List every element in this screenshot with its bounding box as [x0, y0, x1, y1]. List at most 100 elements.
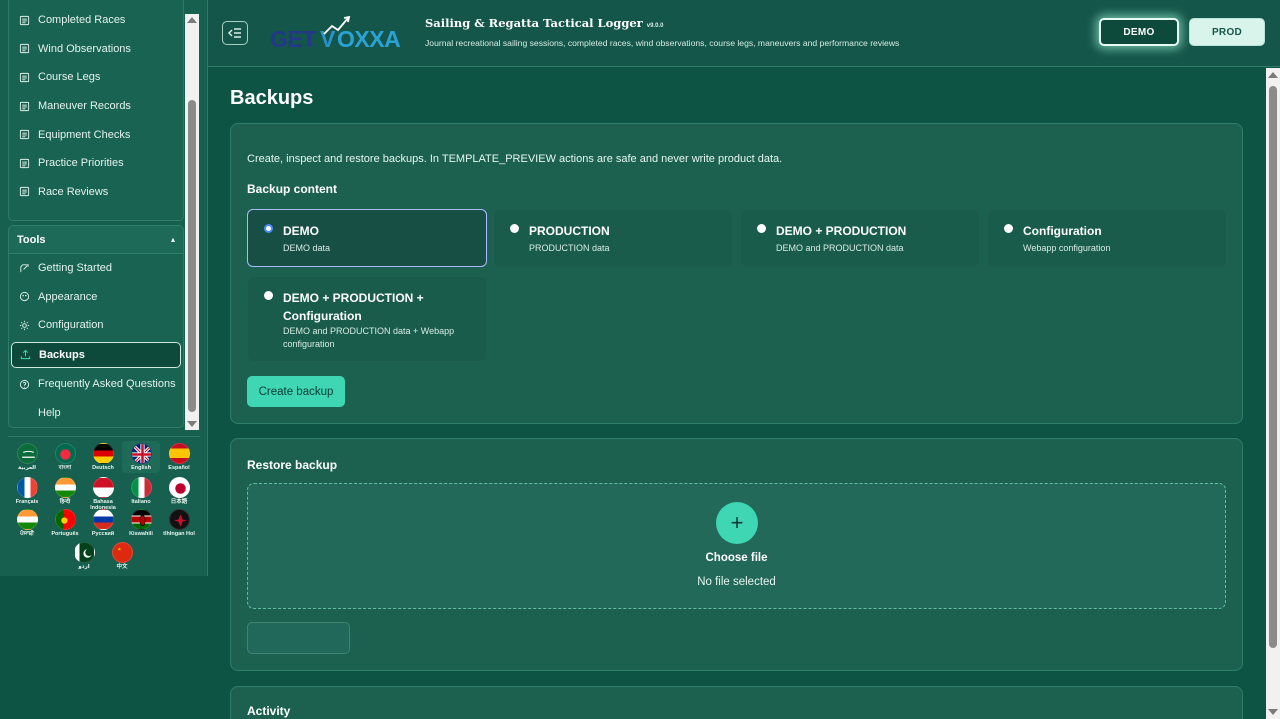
language-pt[interactable]: Português — [46, 509, 84, 539]
brand-logo: GET V OXXA — [268, 14, 410, 54]
nav-group-records: Completed Races Wind Observations Course… — [8, 0, 184, 221]
help-circle-icon — [19, 379, 30, 390]
radio-icon[interactable] — [757, 224, 766, 233]
scroll-down-arrow-icon[interactable] — [187, 421, 197, 427]
scroll-down-arrow-icon[interactable] — [1268, 709, 1278, 715]
sidebar-item-configuration[interactable]: Configuration — [9, 311, 183, 340]
language-name: हिन्दी — [59, 499, 71, 505]
choose-file-label: Choose file — [705, 552, 768, 564]
main-scrollbar[interactable] — [1266, 68, 1280, 719]
sidebar-item-maneuver-records[interactable]: Maneuver Records — [9, 92, 183, 121]
option-description: DEMO and PRODUCTION data + Webapp config… — [283, 326, 455, 349]
scroll-up-arrow-icon[interactable] — [187, 17, 197, 23]
radio-icon[interactable] — [510, 224, 519, 233]
svg-text:GET: GET — [270, 26, 316, 52]
language-name: Español — [168, 465, 190, 471]
sidebar-item-label: Configuration — [38, 319, 104, 332]
chevron-up-icon[interactable]: ▴ — [171, 235, 175, 244]
page-title: Backups — [230, 87, 314, 109]
language-es[interactable]: Español — [160, 443, 198, 473]
collapse-menu-icon — [228, 28, 241, 38]
language-name: Português — [51, 531, 79, 537]
language-name: Italiano — [131, 499, 151, 505]
file-dropzone[interactable]: + Choose file No file selected — [247, 483, 1226, 609]
backup-content-label: Backup content — [247, 182, 338, 196]
sidebar-item-faq[interactable]: Frequently Asked Questions — [9, 370, 183, 399]
language-name: Kiswahili — [129, 531, 153, 537]
sidebar-item-practice-priorities[interactable]: Practice Priorities — [9, 149, 183, 178]
list-icon — [19, 186, 30, 197]
flag-pt-icon — [54, 509, 76, 530]
language-bn[interactable]: বাংলা — [46, 443, 84, 473]
scrollbar-thumb[interactable] — [1269, 86, 1277, 648]
no-file-text: No file selected — [697, 576, 776, 588]
app-header: GET V OXXA Sailing & Regatta Tactical Lo… — [208, 0, 1280, 67]
env-demo-button[interactable]: DEMO — [1099, 18, 1179, 46]
option-description: PRODUCTION data — [529, 243, 610, 253]
upload-icon — [20, 349, 31, 360]
sidebar-item-label: Maneuver Records — [38, 100, 131, 113]
language-de[interactable]: Deutsch — [84, 443, 122, 473]
sidebar-item-label: Equipment Checks — [38, 128, 131, 141]
sidebar-item-equipment-checks[interactable]: Equipment Checks — [9, 120, 183, 149]
language-hi[interactable]: हिन्दी — [46, 477, 84, 507]
tools-section-header[interactable]: Tools ▴ — [9, 226, 183, 254]
sidebar-scrollbar[interactable] — [185, 14, 199, 430]
svg-text:OXXA: OXXA — [337, 26, 400, 52]
language-fr[interactable]: Français — [8, 477, 46, 507]
sidebar-item-appearance[interactable]: Appearance — [9, 283, 183, 312]
language-ur[interactable]: اردو — [65, 542, 103, 572]
create-backup-button[interactable]: Create backup — [247, 376, 345, 407]
plus-icon[interactable]: + — [716, 502, 758, 544]
language-ru[interactable]: Русский — [84, 509, 122, 539]
backup-option-all[interactable]: DEMO + PRODUCTION + Configuration DEMO a… — [247, 276, 487, 362]
language-sw[interactable]: Kiswahili — [122, 509, 160, 539]
backup-option-production[interactable]: PRODUCTION PRODUCTION data — [493, 209, 733, 267]
language-name: Deutsch — [92, 465, 114, 471]
flag-sa-icon — [16, 443, 38, 464]
env-prod-button[interactable]: PROD — [1189, 18, 1265, 46]
sidebar-item-help[interactable]: Help — [9, 398, 183, 427]
backup-option-configuration[interactable]: Configuration Webapp configuration — [987, 209, 1227, 267]
language-ar[interactable]: العربية — [8, 443, 46, 473]
nav-group-tools: Tools ▴ Getting Started Appearance Confi… — [8, 225, 184, 428]
scroll-up-arrow-icon[interactable] — [1268, 72, 1278, 78]
sidebar-collapse-button[interactable] — [222, 21, 248, 45]
radio-selected-icon[interactable] — [264, 224, 273, 233]
language-zh[interactable]: 中文 — [103, 542, 141, 572]
sidebar-item-backups[interactable]: Backups — [11, 341, 181, 368]
help-icon — [19, 407, 30, 418]
flag-ru-icon — [92, 509, 114, 530]
restore-backup-button[interactable] — [247, 622, 350, 654]
sidebar-item-wind-observations[interactable]: Wind Observations — [9, 35, 183, 64]
flag-klingon-icon — [168, 509, 190, 530]
sidebar-item-completed-races[interactable]: Completed Races — [9, 6, 183, 35]
app-title: Sailing & Regatta Tactical Logger v9.0.0 — [425, 16, 663, 30]
restore-title: Restore backup — [247, 458, 338, 472]
scrollbar-thumb[interactable] — [188, 100, 196, 412]
radio-icon[interactable] — [264, 291, 273, 300]
flag-ke-icon — [130, 509, 152, 530]
language-ja[interactable]: 日本語 — [160, 477, 198, 507]
backup-option-demo[interactable]: DEMO DEMO data — [247, 209, 487, 267]
sidebar: Completed Races Wind Observations Course… — [0, 0, 208, 576]
sidebar-item-getting-started[interactable]: Getting Started — [9, 254, 183, 283]
list-icon — [19, 43, 30, 54]
language-name: English — [131, 465, 151, 471]
flag-gb-icon — [130, 443, 152, 464]
option-description: DEMO data — [283, 243, 331, 253]
option-title: PRODUCTION — [529, 224, 610, 238]
language-tlh[interactable]: tlhIngan Hol — [160, 509, 198, 539]
flag-de-icon — [92, 443, 114, 464]
language-pa[interactable]: ਪੰਜਾਬੀ — [8, 509, 46, 539]
sidebar-item-label: Practice Priorities — [38, 157, 124, 170]
language-id[interactable]: Bahasa Indonesia — [84, 477, 122, 511]
sidebar-item-race-reviews[interactable]: Race Reviews — [9, 178, 183, 207]
language-selector: العربية বাংলা Deutsch English Español Fr… — [8, 436, 200, 570]
language-it[interactable]: Italiano — [122, 477, 160, 507]
language-en[interactable]: English — [122, 441, 160, 473]
radio-icon[interactable] — [1004, 224, 1013, 233]
backup-option-demo-production[interactable]: DEMO + PRODUCTION DEMO and PRODUCTION da… — [740, 209, 980, 267]
sidebar-item-course-legs[interactable]: Course Legs — [9, 63, 183, 92]
list-icon — [19, 158, 30, 169]
